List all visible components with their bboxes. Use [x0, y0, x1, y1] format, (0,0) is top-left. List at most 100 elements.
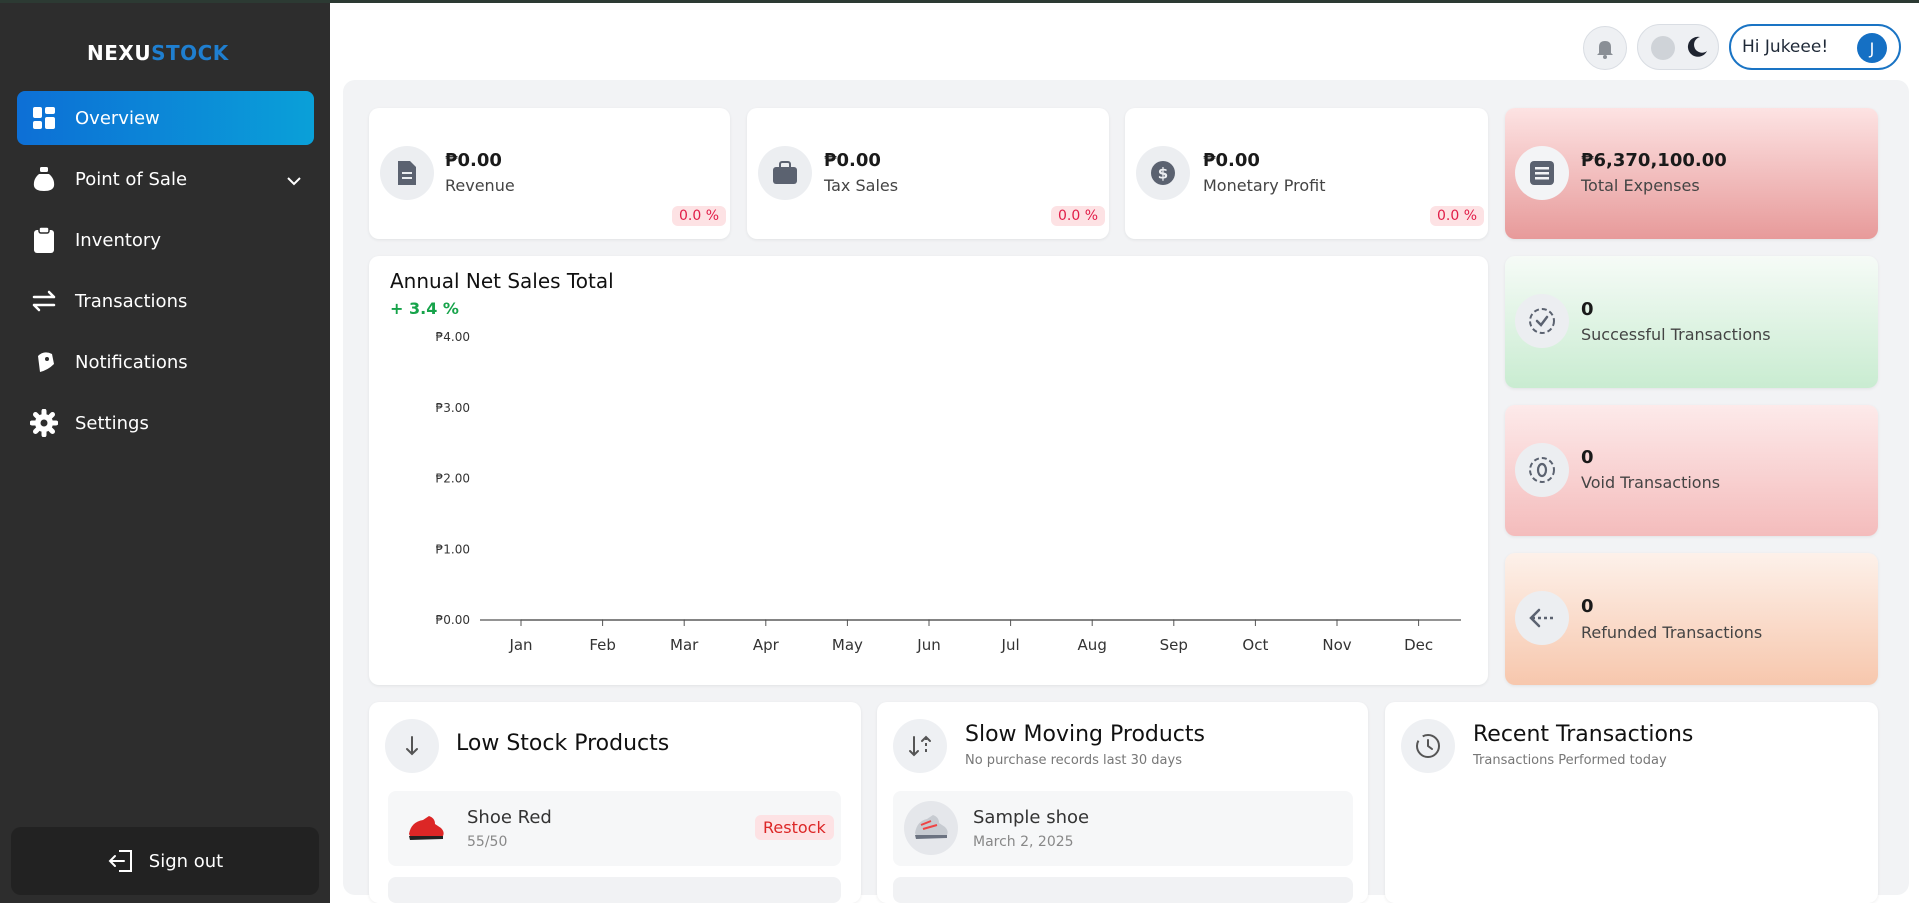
data-point: [601, 619, 604, 621]
refund-arrow-icon: [1515, 591, 1569, 645]
grid-icon: [29, 103, 59, 133]
void-transactions-value: 0: [1581, 447, 1594, 468]
sidebar-item-label: Point of Sale: [75, 168, 188, 190]
x-tick-label: Sep: [1160, 636, 1188, 654]
chevron-down-icon[interactable]: [286, 170, 302, 191]
sidebar-item-label: Overview: [75, 107, 160, 129]
sidebar: NEXUSTOCK Overview Point of Sale Invento…: [0, 3, 330, 903]
data-point: [846, 619, 849, 621]
slow-moving-title: Slow Moving Products: [965, 722, 1205, 747]
money-bag-icon: [29, 164, 59, 194]
refunded-transactions-value: 0: [1581, 596, 1594, 617]
gear-icon: [29, 408, 59, 438]
sidebar-item-point-of-sale[interactable]: Point of Sale: [17, 152, 314, 206]
y-tick-label: ₱3.00: [436, 401, 470, 415]
bell-icon: [1597, 41, 1613, 59]
void-transactions-card: 0 Void Transactions: [1505, 405, 1878, 536]
brand-logo[interactable]: NEXUSTOCK: [87, 41, 229, 65]
revenue-change-badge: 0.0 %: [672, 206, 727, 226]
data-point: [1254, 619, 1257, 621]
product-stock: 55/50: [467, 834, 508, 850]
data-point: [765, 619, 767, 621]
notifications-button[interactable]: [1583, 26, 1627, 70]
check-circle-icon: [1515, 294, 1569, 348]
revenue-card: ₱0.00 Revenue 0.0 %: [369, 108, 730, 239]
light-mode-icon: [1651, 36, 1675, 60]
x-tick-label: Jan: [508, 636, 532, 654]
sidebar-item-notifications[interactable]: Notifications: [17, 335, 314, 389]
y-tick-label: ₱0.00: [436, 613, 470, 627]
svg-text:$: $: [1158, 165, 1168, 183]
data-point: [928, 619, 930, 621]
bell-tag-icon: [29, 347, 59, 377]
x-tick-label: Dec: [1404, 636, 1433, 654]
theme-toggle[interactable]: [1637, 24, 1719, 70]
data-point: [1091, 619, 1093, 621]
briefcase-icon: [758, 146, 812, 200]
void-circle-icon: [1515, 443, 1569, 497]
data-point: [1009, 619, 1012, 621]
list-item[interactable]: Sample shoe March 2, 2025: [893, 791, 1353, 866]
sort-arrows-icon: [893, 719, 947, 773]
successful-transactions-value: 0: [1581, 299, 1594, 320]
sidebar-item-label: Transactions: [75, 290, 188, 312]
monetary-profit-value: ₱0.00: [1203, 150, 1260, 171]
product-date: March 2, 2025: [973, 834, 1074, 850]
moon-icon: [1687, 36, 1707, 57]
revenue-value: ₱0.00: [445, 150, 502, 171]
data-point: [1173, 619, 1175, 621]
recent-transactions-title: Recent Transactions: [1473, 722, 1694, 747]
sidebar-item-settings[interactable]: Settings: [17, 396, 314, 450]
product-thumbnail: [405, 806, 447, 852]
data-point: [1336, 619, 1338, 621]
x-tick-label: Mar: [670, 636, 699, 654]
void-transactions-label: Void Transactions: [1581, 473, 1721, 492]
arrows-swap-icon: [29, 286, 59, 316]
sign-out-button[interactable]: Sign out: [11, 827, 319, 895]
x-tick-label: Oct: [1242, 636, 1268, 654]
slow-moving-subtitle: No purchase records last 30 days: [965, 753, 1182, 768]
x-tick-label: Aug: [1078, 636, 1107, 654]
x-tick-label: Apr: [753, 636, 780, 654]
list-item[interactable]: [893, 877, 1353, 903]
sidebar-item-label: Inventory: [75, 229, 161, 251]
data-point: [683, 619, 685, 621]
user-greeting: Hi Jukeee!: [1742, 37, 1829, 57]
sign-out-label: Sign out: [148, 850, 224, 872]
clipboard-icon: [29, 225, 59, 255]
sidebar-item-transactions[interactable]: Transactions: [17, 274, 314, 328]
restock-button[interactable]: Restock: [755, 815, 834, 840]
tax-sales-value: ₱0.00: [824, 150, 881, 171]
refunded-transactions-label: Refunded Transactions: [1581, 623, 1763, 642]
x-tick-label: May: [832, 636, 863, 654]
avatar: J: [1857, 33, 1887, 63]
recent-transactions-subtitle: Transactions Performed today: [1473, 753, 1667, 768]
product-name: Sample shoe: [973, 807, 1090, 828]
x-tick-label: Feb: [589, 636, 616, 654]
monetary-profit-change-badge: 0.0 %: [1430, 206, 1485, 226]
data-point: [520, 619, 522, 621]
monetary-profit-card: $ ₱0.00 Monetary Profit 0.0 %: [1125, 108, 1488, 239]
sidebar-item-overview[interactable]: Overview: [17, 91, 314, 145]
monetary-profit-label: Monetary Profit: [1203, 176, 1326, 195]
history-clock-icon: [1401, 719, 1455, 773]
sidebar-item-inventory[interactable]: Inventory: [17, 213, 314, 267]
x-tick-label: Nov: [1322, 636, 1351, 654]
y-tick-label: ₱4.00: [436, 330, 470, 344]
product-thumbnail: [904, 801, 958, 855]
dollar-coin-icon: $: [1136, 146, 1190, 200]
x-tick-label: Jul: [1001, 636, 1020, 654]
sidebar-item-label: Notifications: [75, 351, 188, 373]
annual-net-sales-chart[interactable]: ₱0.00 ₱1.00 ₱2.00 ₱3.00 ₱4.00 Jan Feb Mar Apr May…: [369, 256, 1488, 685]
user-menu[interactable]: Hi Jukeee! J: [1729, 24, 1901, 70]
revenue-label: Revenue: [445, 176, 515, 195]
brand-part2: STOCK: [151, 41, 229, 65]
list-item[interactable]: [388, 877, 841, 903]
x-tick-label: Jun: [916, 636, 940, 654]
successful-transactions-label: Successful Transactions: [1581, 325, 1771, 344]
successful-transactions-card: 0 Successful Transactions: [1505, 256, 1878, 388]
y-tick-label: ₱2.00: [436, 472, 470, 486]
sidebar-item-label: Settings: [75, 412, 149, 434]
list-item[interactable]: Shoe Red 55/50 Restock: [388, 791, 841, 866]
total-expenses-card: ₱6,370,100.00 Total Expenses: [1505, 108, 1878, 239]
